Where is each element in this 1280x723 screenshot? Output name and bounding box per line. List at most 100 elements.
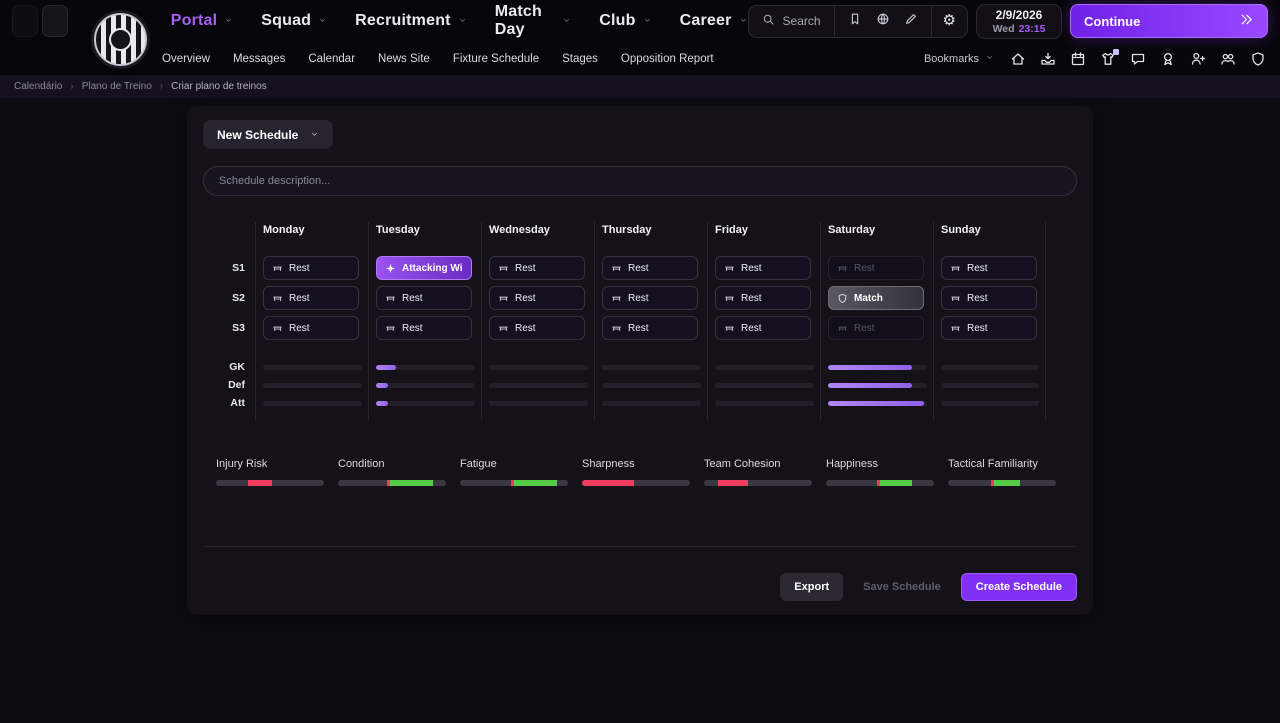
intensity-bar-monday-def (263, 382, 362, 388)
schedule-description-input[interactable] (203, 166, 1077, 196)
session-cell-saturday-s3[interactable]: Rest (828, 316, 924, 340)
subnav-item-messages[interactable]: Messages (233, 53, 285, 65)
indicator-label: Team Cohesion (704, 458, 781, 470)
nav-item-squad[interactable]: Squad (261, 12, 327, 30)
schedule-row-labels: S1 S2 S3 GK Def Att (203, 222, 255, 420)
session-cell-sunday-s3[interactable]: Rest (941, 316, 1037, 340)
session-label: Rest (515, 262, 536, 274)
search-input[interactable]: Search (749, 6, 834, 37)
session-cell-thursday-s2[interactable]: Rest (602, 286, 698, 310)
session-cell-friday-s1[interactable]: Rest (715, 256, 811, 280)
breadcrumb-item[interactable]: Plano de Treino (82, 81, 152, 92)
intensity-bar-saturday-gk (828, 364, 927, 370)
export-button[interactable]: Export (780, 573, 844, 601)
session-cell-friday-s2[interactable]: Rest (715, 286, 811, 310)
create-schedule-button[interactable]: Create Schedule (960, 573, 1077, 601)
session-cell-monday-s2[interactable]: Rest (263, 286, 359, 310)
indicator-bar (338, 480, 446, 486)
intensity-bar-row (376, 358, 475, 376)
intensity-bar-row (602, 376, 701, 394)
session-cell-tuesday-s1[interactable]: Attacking Wings (376, 256, 472, 280)
session-label: Rest (967, 292, 988, 304)
subnav-item-fixture-schedule[interactable]: Fixture Schedule (453, 53, 539, 65)
rest-icon (724, 323, 735, 334)
indicator-segment-negative (248, 480, 273, 486)
subnav-item-stages[interactable]: Stages (562, 53, 598, 65)
search-placeholder: Search (782, 14, 821, 28)
bookmark-icon[interactable] (848, 12, 862, 31)
weekly-schedule-grid: S1 S2 S3 GK Def Att Monday Rest Rest Rest Tuesday A… (203, 222, 1077, 420)
nav-item-recruitment[interactable]: Recruitment (355, 12, 467, 30)
squad-icon[interactable] (1220, 51, 1236, 67)
intensity-bar-row (489, 394, 588, 412)
breadcrumb-item[interactable]: Criar plano de treinos (171, 81, 267, 92)
club-logo[interactable] (94, 13, 147, 66)
subnav-item-opposition-report[interactable]: Opposition Report (621, 53, 714, 65)
session-cell-friday-s3[interactable]: Rest (715, 316, 811, 340)
nav-item-career[interactable]: Career (680, 12, 748, 30)
session-cell-monday-s3[interactable]: Rest (263, 316, 359, 340)
subnav-item-overview[interactable]: Overview (162, 53, 210, 65)
intensity-bar-row (263, 358, 362, 376)
save-schedule-button[interactable]: Save Schedule (849, 573, 955, 601)
session-cell-saturday-s1[interactable]: Rest (828, 256, 924, 280)
subnav-item-news-site[interactable]: News Site (378, 53, 430, 65)
session-cell-thursday-s3[interactable]: Rest (602, 316, 698, 340)
continue-button[interactable]: Continue (1070, 4, 1268, 38)
day-header: Friday (715, 224, 749, 236)
nav-item-match-day[interactable]: Match Day (495, 3, 572, 39)
inbox-icon[interactable] (1040, 51, 1056, 67)
session-cell-wednesday-s2[interactable]: Rest (489, 286, 585, 310)
rest-icon (950, 323, 961, 334)
forward-button[interactable] (42, 5, 68, 39)
globe-icon[interactable] (876, 12, 890, 31)
calendar-icon[interactable] (1070, 51, 1086, 67)
breadcrumb-item[interactable]: Calendário (14, 81, 62, 92)
session-cell-tuesday-s2[interactable]: Rest (376, 286, 472, 310)
chat-icon[interactable] (1130, 51, 1146, 67)
rest-icon (498, 263, 509, 274)
medal-icon[interactable] (1160, 51, 1176, 67)
settings-button[interactable]: ⚙ (930, 5, 967, 37)
schedule-name-dropdown[interactable]: New Schedule (203, 120, 334, 149)
session-cell-wednesday-s3[interactable]: Rest (489, 316, 585, 340)
session-cell-sunday-s2[interactable]: Rest (941, 286, 1037, 310)
intensity-bar-row (489, 358, 588, 376)
indicator-condition: Condition (338, 458, 446, 486)
intensity-bar-wednesday-def (489, 382, 588, 388)
session-cell-sunday-s1[interactable]: Rest (941, 256, 1037, 280)
indicator-fatigue: Fatigue (460, 458, 568, 486)
shield-icon[interactable] (1250, 51, 1266, 67)
indicator-segment-negative (582, 480, 634, 486)
back-button[interactable] (12, 5, 38, 39)
indicator-bar (826, 480, 934, 486)
session-cell-monday-s1[interactable]: Rest (263, 256, 359, 280)
session-cell-thursday-s1[interactable]: Rest (602, 256, 698, 280)
intensity-bar-thursday-def (602, 382, 701, 388)
indicator-segment-negative (718, 480, 749, 486)
intensity-bar-tuesday-gk (376, 364, 475, 370)
session-label: Rest (515, 292, 536, 304)
session-label: Rest (628, 292, 649, 304)
nav-item-portal[interactable]: Portal (171, 12, 234, 30)
home-icon[interactable] (1010, 51, 1026, 67)
chevron-down-icon (739, 12, 748, 30)
intensity-bar-monday-gk (263, 364, 362, 370)
session-cell-wednesday-s1[interactable]: Rest (489, 256, 585, 280)
rest-icon (385, 293, 396, 304)
subnav-item-calendar[interactable]: Calendar (308, 53, 355, 65)
rest-icon (272, 263, 283, 274)
pencil-icon[interactable] (904, 12, 918, 31)
bookmarks-dropdown[interactable]: Bookmarks (924, 53, 994, 65)
indicator-label: Sharpness (582, 458, 635, 470)
kit-icon[interactable] (1100, 48, 1119, 67)
nav-item-club[interactable]: Club (599, 12, 651, 30)
session-cell-tuesday-s3[interactable]: Rest (376, 316, 472, 340)
session-cell-saturday-s2[interactable]: Match (828, 286, 924, 310)
player-add-icon[interactable] (1190, 51, 1206, 67)
day-column-friday: Friday Rest Rest Rest (707, 222, 820, 420)
session-row-label: S1 (232, 262, 245, 274)
